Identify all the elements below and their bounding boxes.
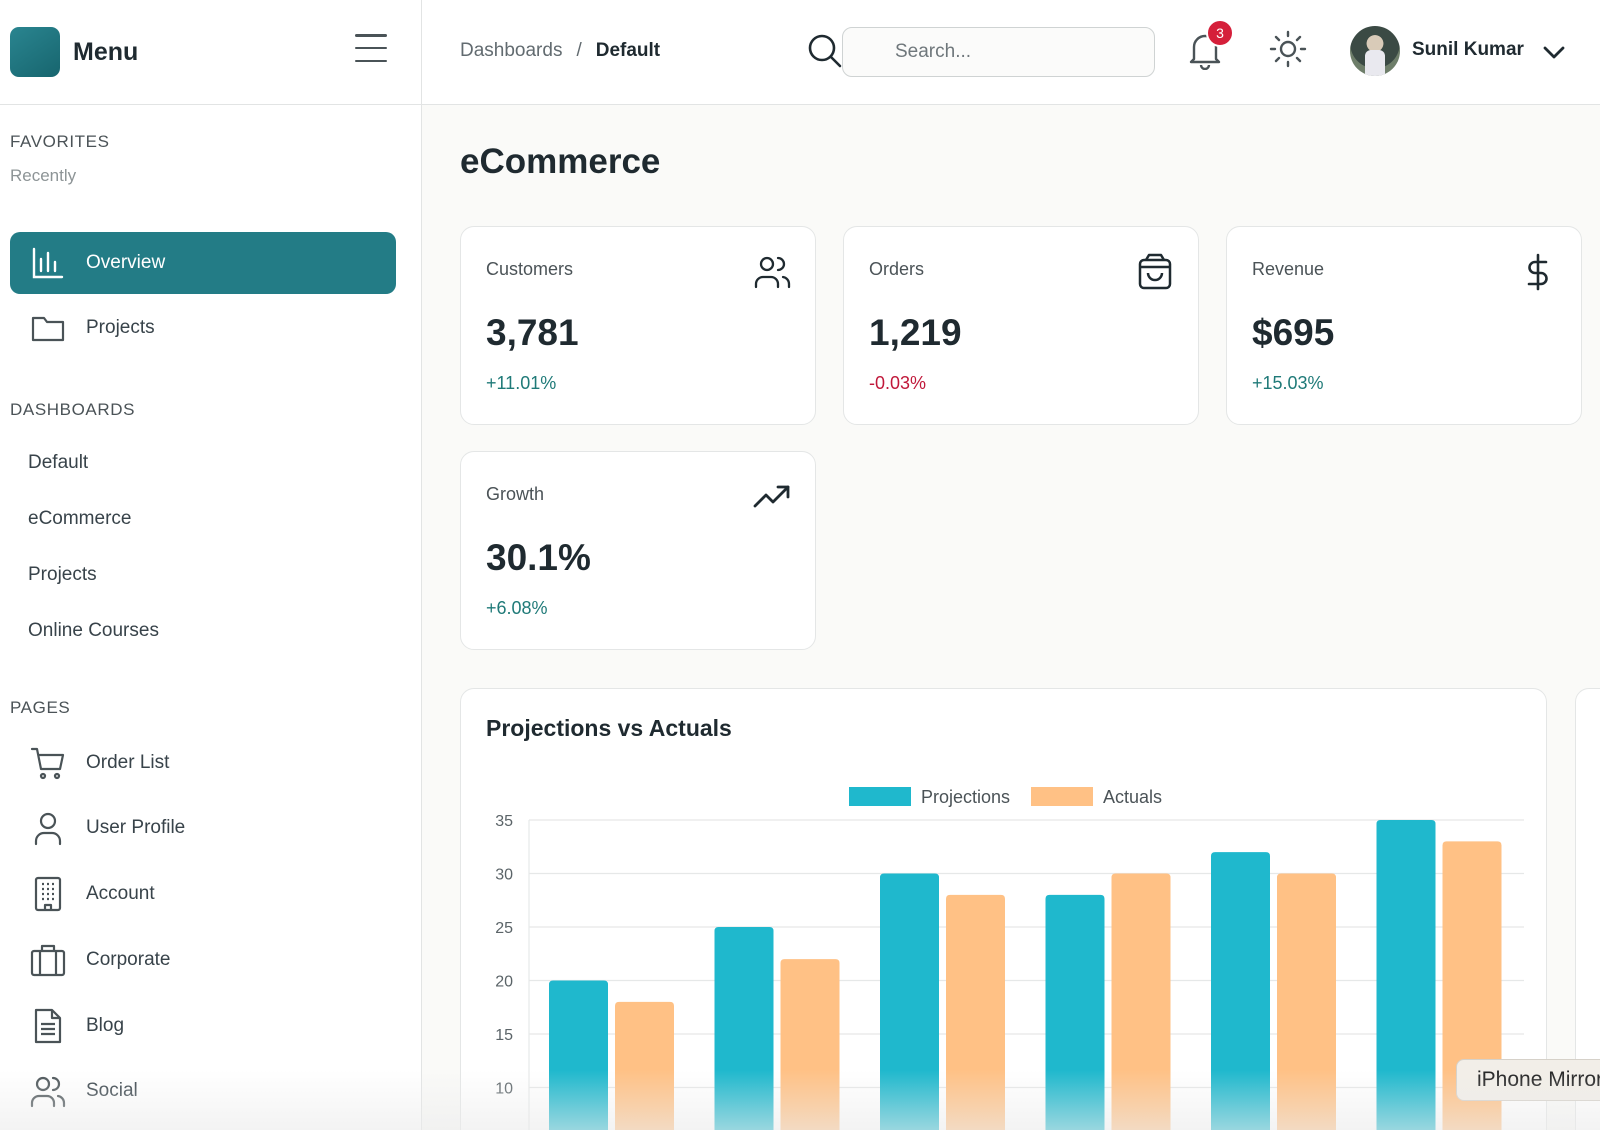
card-change: +6.08%	[486, 598, 548, 618]
sidebar-item-default[interactable]: Default	[28, 452, 88, 474]
briefcase-icon	[30, 942, 66, 978]
breadcrumb-dashboards[interactable]: Dashboards	[460, 40, 562, 62]
card-value: 30.1%	[486, 537, 591, 578]
page-title: eCommerce	[460, 142, 661, 181]
sidebar-title: Menu	[73, 37, 139, 66]
projections-bar	[549, 980, 608, 1130]
users-icon	[30, 1073, 66, 1109]
sidebar-item-projects[interactable]: Projects	[10, 297, 396, 359]
card-value: 1,219	[869, 312, 962, 353]
actuals-bar	[1277, 873, 1336, 1130]
user-icon	[30, 810, 66, 846]
card-change: -0.03%	[869, 373, 927, 393]
y-tick-label: 10	[495, 1081, 513, 1098]
sidebar-item-label: Order List	[86, 752, 170, 773]
legend-label: Actuals	[1103, 787, 1162, 807]
y-tick-label: 15	[495, 1027, 513, 1044]
sidebar-item-label: Projects	[86, 317, 155, 338]
card-label: Orders	[869, 259, 925, 279]
breadcrumb-separator: /	[576, 40, 582, 61]
breadcrumb: Dashboards / Default	[460, 40, 660, 62]
iphone-mirroring-tooltip: iPhone Mirroring	[1456, 1059, 1600, 1101]
projections-bar	[1211, 852, 1270, 1130]
sidebar-item-overview[interactable]: Overview	[10, 232, 396, 294]
y-tick-label: 30	[495, 867, 513, 884]
dashboards-heading: DASHBOARDS	[10, 400, 136, 419]
search-input[interactable]	[842, 27, 1155, 77]
trending-up-icon	[753, 485, 790, 508]
sidebar-item-user-profile[interactable]: User Profile	[10, 797, 396, 859]
revenue-card: Revenue $695 +15.03%	[1226, 226, 1582, 425]
chevron-down-icon[interactable]	[1540, 38, 1568, 66]
notification-badge: 3	[1206, 19, 1234, 47]
legend-swatch	[1031, 787, 1093, 806]
actuals-bar	[946, 894, 1005, 1130]
sidebar-item-label: User Profile	[86, 817, 186, 838]
bar-chart-icon	[30, 245, 66, 281]
legend-label: Projections	[921, 787, 1010, 807]
building-icon	[30, 876, 66, 912]
favorites-heading: FAVORITES	[10, 132, 110, 151]
card-value: 3,781	[486, 312, 579, 353]
sidebar-item-account[interactable]: Account	[10, 863, 396, 925]
sidebar-item-label: Social	[86, 1080, 138, 1101]
projections-bar	[880, 873, 939, 1130]
favorites-section: FAVORITES Recently	[0, 132, 110, 186]
card-label: Revenue	[1252, 259, 1325, 279]
actuals-bar	[1111, 873, 1171, 1130]
card-change: +15.03%	[1252, 373, 1324, 393]
projections-bar-chart: Projections Actuals 10 15 20 25 30 35	[495, 787, 1524, 1130]
theme-toggle-icon[interactable]	[1268, 29, 1308, 69]
card-label: Growth	[486, 484, 545, 504]
avatar[interactable]	[1350, 26, 1400, 76]
sidebar-item-label: Corporate	[86, 949, 171, 970]
sidebar-item-corporate[interactable]: Corporate	[10, 929, 396, 991]
app-logo	[10, 27, 60, 77]
card-change: +11.01%	[486, 373, 557, 393]
user-name[interactable]: Sunil Kumar	[1412, 39, 1524, 61]
projections-chart-card: Projections vs Actuals Projections Actual…	[460, 688, 1547, 1130]
growth-card: Growth 30.1% +6.08%	[460, 451, 816, 650]
sidebar-item-label: Blog	[86, 1015, 125, 1036]
orders-card: Orders 1,219 -0.03%	[843, 226, 1199, 425]
y-tick-label: 25	[495, 920, 513, 937]
sidebar-item-ecommerce[interactable]: eCommerce	[28, 508, 131, 530]
card-value: $695	[1252, 312, 1335, 353]
hamburger-menu-icon[interactable]	[355, 34, 387, 62]
sidebar-item-online-courses[interactable]: Online Courses	[28, 620, 159, 642]
pages-heading: PAGES	[10, 698, 71, 717]
projections-bar	[1376, 820, 1436, 1130]
projections-bar	[714, 927, 774, 1130]
users-icon	[754, 256, 791, 289]
sidebar-item-label: Account	[86, 883, 155, 904]
sidebar-item-order-list[interactable]: Order List	[10, 732, 396, 794]
legend-swatch	[849, 787, 911, 806]
y-tick-label: 20	[495, 974, 513, 991]
recently-label[interactable]: Recently	[0, 166, 110, 186]
sidebar-item-social[interactable]: Social	[10, 1060, 396, 1122]
shopping-bag-icon	[1138, 253, 1172, 290]
y-tick-label: 35	[495, 813, 513, 830]
actuals-bar	[780, 959, 840, 1130]
projections-bar	[1045, 894, 1105, 1130]
dollar-icon	[1527, 253, 1548, 291]
actuals-bar	[615, 1001, 674, 1130]
sidebar: Menu FAVORITES Recently Overview Project…	[0, 0, 422, 1130]
sidebar-header: Menu	[0, 0, 421, 105]
card-label: Customers	[486, 259, 574, 279]
customers-card: Customers 3,781 +11.01%	[460, 226, 816, 425]
folder-icon	[30, 310, 66, 346]
sidebar-item-dash-projects[interactable]: Projects	[28, 564, 97, 586]
sidebar-item-label: Overview	[86, 252, 166, 273]
cart-icon	[30, 745, 66, 781]
search-icon[interactable]	[806, 32, 844, 70]
breadcrumb-current: Default	[595, 40, 661, 61]
sidebar-item-blog[interactable]: Blog	[10, 995, 396, 1057]
top-bar: Dashboards / Default 3 Sunil Kumar	[422, 0, 1600, 105]
document-icon	[30, 1008, 66, 1044]
